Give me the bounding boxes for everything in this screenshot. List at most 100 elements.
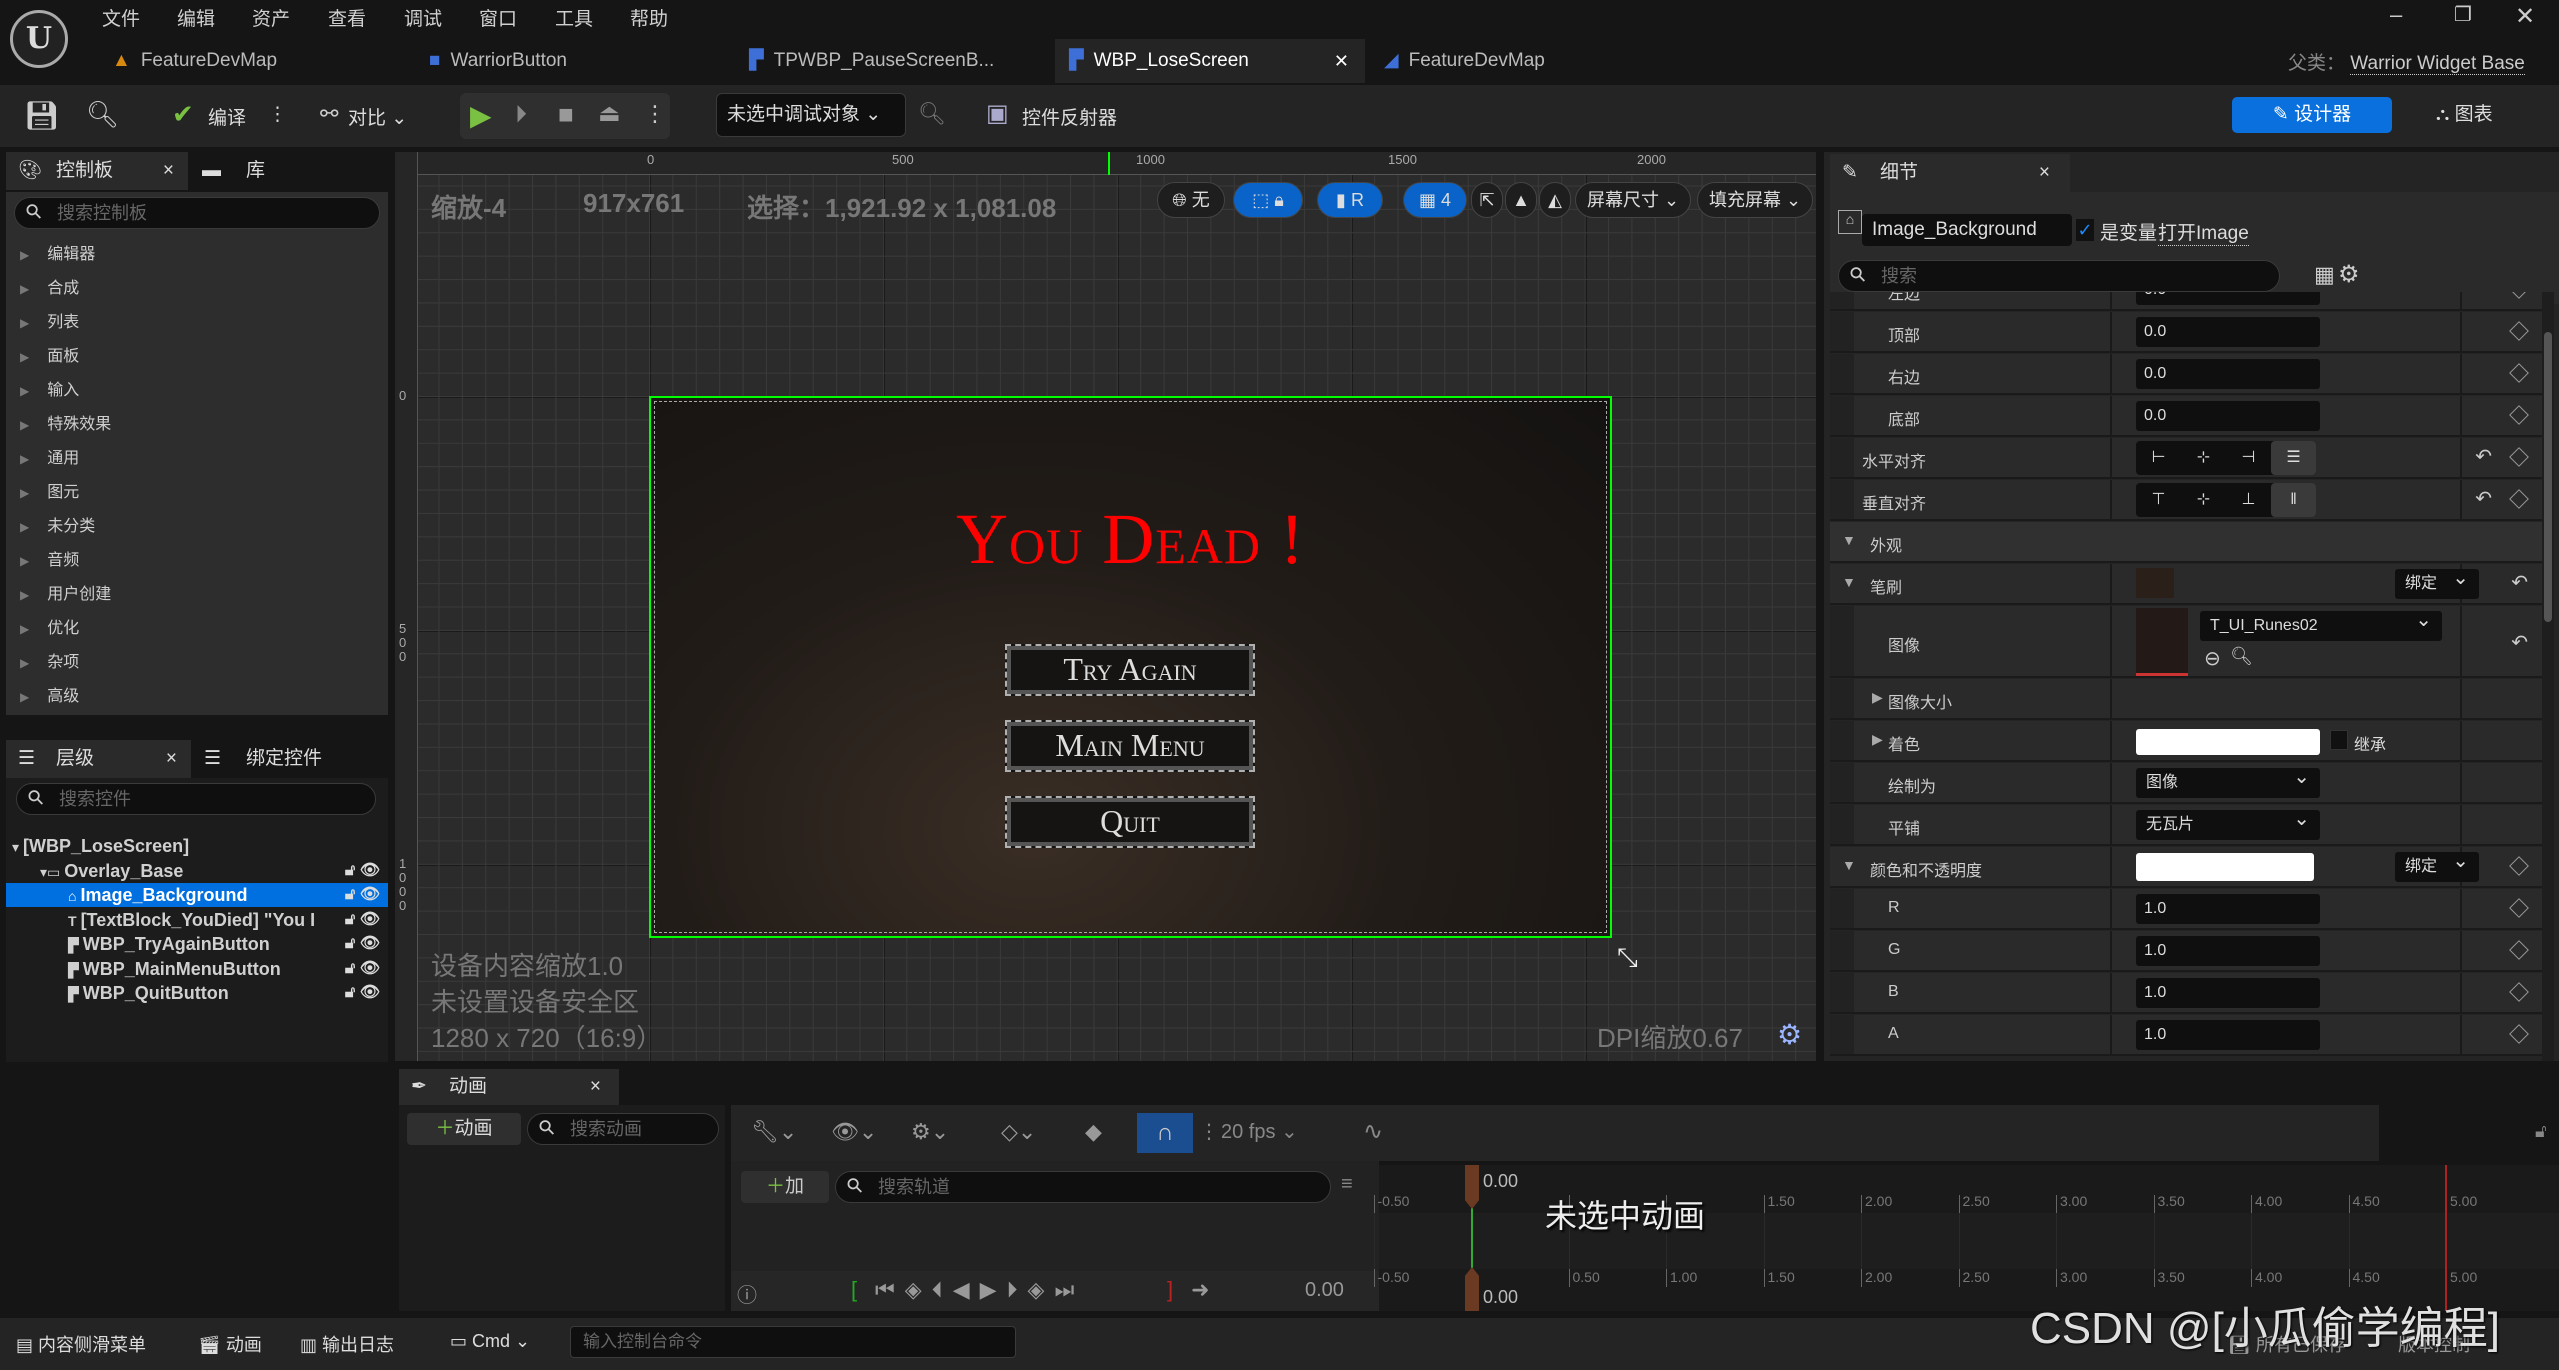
designer-viewport[interactable]: 0 500 1000 1500 2000 0 500 1000 缩放-4 917…	[395, 152, 1816, 1061]
play-icon[interactable]: ▶	[470, 99, 492, 132]
v-align-option-0[interactable]: ⊤	[2136, 483, 2181, 517]
expand-arrow-icon[interactable]: ▶	[1872, 689, 1883, 706]
flip-button[interactable]: ◭	[1539, 182, 1571, 218]
palette-category[interactable]: 图元	[20, 478, 79, 502]
content-drawer-button[interactable]: ▤ 内容侧滑菜单	[16, 1331, 146, 1357]
widget-reflector-button[interactable]: 控件反射器	[1022, 103, 1117, 130]
lock-visibility-toggles[interactable]: 🔓︎ 👁︎	[345, 883, 380, 907]
tab-palette[interactable]: 🎨︎ 控制板 ×	[6, 152, 188, 190]
visibility-eye-icon[interactable]: 👁︎	[360, 984, 380, 1001]
bind-dropdown[interactable]: 绑定	[2395, 563, 2479, 599]
tab-pausescreen[interactable]: ▛ TPWBP_PauseScreenB...	[735, 39, 1045, 83]
playhead-handle-bottom[interactable]	[1465, 1267, 1479, 1311]
palette-category[interactable]: 合成	[20, 274, 79, 298]
palette-category[interactable]: 杂项	[20, 648, 79, 672]
tab-details[interactable]: ✎ 细节 ×	[1830, 154, 2070, 192]
settings-icon[interactable]: ⚙	[2338, 260, 2360, 289]
main-menu-button[interactable]: Main Menu	[1005, 720, 1255, 772]
tint-color-swatch[interactable]	[2136, 729, 2320, 755]
fps-dropdown[interactable]: 20 fps ⌄	[1221, 1119, 1298, 1144]
close-icon[interactable]: ✕	[2515, 2, 2535, 31]
curve-editor-icon[interactable]: ∿	[1363, 1117, 1383, 1146]
output-log-button[interactable]: ▥ 输出日志	[300, 1331, 394, 1357]
tree-item[interactable]: ⌂ Image_Background 🔓︎ 👁︎	[6, 883, 388, 907]
open-image-link[interactable]: 打开Image	[2158, 218, 2249, 246]
menu-help[interactable]: 帮助	[630, 4, 668, 31]
v-align-option-1[interactable]: ⊹	[2181, 483, 2226, 517]
compile-options-icon[interactable]: ⋮	[268, 103, 287, 126]
parent-class-link[interactable]: Warrior Widget Base	[2350, 53, 2525, 75]
draw-as-dropdown[interactable]: 图像	[2136, 762, 2320, 798]
unlock-icon[interactable]: 🔓︎	[345, 886, 355, 903]
v-align-option-2[interactable]: ⊥	[2226, 483, 2271, 517]
palette-category[interactable]: 未分类	[20, 512, 95, 536]
visibility-eye-icon[interactable]: 👁︎	[360, 862, 380, 879]
lock-visibility-toggles[interactable]: 🔓︎ 👁︎	[345, 957, 380, 981]
step-icon[interactable]: ⏵	[515, 101, 527, 129]
fill-screen-dropdown[interactable]: 填充屏幕 ⌄	[1697, 182, 1813, 218]
padding-0-input[interactable]: 0.0	[2136, 292, 2320, 305]
screen-size-dropdown[interactable]: 屏幕尺寸 ⌄	[1575, 182, 1691, 218]
palette-search-input[interactable]: 搜索控制板	[14, 197, 380, 229]
keyframe-diamond-icon[interactable]	[2509, 1024, 2529, 1044]
color-g-input[interactable]: 1.0	[2136, 936, 2320, 966]
padding-1-input[interactable]: 0.0	[2136, 317, 2320, 347]
h-align-option-2[interactable]: ⊣	[2226, 441, 2271, 475]
unlock-icon[interactable]: 🔓︎	[345, 960, 355, 977]
tab-wbp-losescreen[interactable]: ▛ WBP_LoseScreen ✕	[1055, 39, 1365, 83]
color-r-input[interactable]: 1.0	[2136, 894, 2320, 924]
end-marker[interactable]	[2445, 1165, 2447, 1311]
menu-debug[interactable]: 调试	[404, 4, 442, 31]
reset-icon[interactable]: ↶	[2475, 486, 2492, 511]
browse-asset-icon[interactable]: 🔍︎	[2230, 646, 2253, 667]
lock-icon[interactable]: 🔓︎	[2535, 1121, 2547, 1142]
v-align-option-3[interactable]: ‖	[2271, 483, 2316, 517]
table-view-icon[interactable]: ▦	[2314, 262, 2335, 288]
add-track-button[interactable]: ＋加	[741, 1171, 829, 1203]
visibility-eye-icon[interactable]: 👁︎	[360, 886, 380, 903]
hierarchy-search-input[interactable]: 搜索控件	[16, 783, 376, 815]
details-scrollbar[interactable]	[2542, 292, 2554, 1061]
palette-category[interactable]: 优化	[20, 614, 79, 638]
debug-browse-icon[interactable]: 🔍︎	[918, 101, 946, 127]
use-selected-icon[interactable]: ⊖	[2204, 646, 2221, 671]
palette-category[interactable]: 音频	[20, 546, 79, 570]
menu-tools[interactable]: 工具	[555, 4, 593, 31]
tab-library[interactable]: ▬ 库	[196, 152, 356, 190]
tab-warriorbutton[interactable]: ■ WarriorButton	[415, 39, 725, 83]
close-tab-icon[interactable]: ✕	[1334, 39, 1349, 83]
localization-button[interactable]: 🌐︎ 无	[1157, 182, 1225, 218]
close-icon[interactable]: ×	[590, 1069, 601, 1105]
transport-buttons[interactable]: ⏮◈⏴◀▶⏵◈⏭	[875, 1277, 1084, 1303]
tab-hierarchy[interactable]: ☰ 层级 ×	[6, 740, 191, 778]
palette-category[interactable]: 通用	[20, 444, 79, 468]
timeline[interactable]: -0.50 -0.50 0.50 1.00 1.50 1.50 2.00 2.00 2.50 2.…	[1373, 1165, 2559, 1311]
tab-bind-widgets[interactable]: ☰ 绑定控件	[196, 740, 376, 778]
visibility-eye-icon[interactable]: 👁︎	[360, 911, 380, 928]
reset-icon[interactable]: ↶	[2511, 570, 2528, 595]
tree-item[interactable]: ▛ WBP_QuitButton 🔓︎ 👁︎	[6, 981, 388, 1005]
tiling-dropdown[interactable]: 无瓦片	[2136, 804, 2320, 840]
keyframe-diamond-icon[interactable]	[2509, 898, 2529, 918]
details-search-input[interactable]: 搜索	[1838, 260, 2280, 292]
compile-icon[interactable]: ✔	[172, 99, 194, 130]
padding-2-input[interactable]: 0.0	[2136, 359, 2320, 389]
track-search-input[interactable]: 搜索轨道	[835, 1171, 1331, 1203]
close-icon[interactable]: ×	[166, 740, 177, 778]
menu-view[interactable]: 查看	[328, 4, 366, 31]
cmd-dropdown[interactable]: ▭ Cmd ⌄	[450, 1331, 530, 1352]
tab-featuredevmap-2[interactable]: ◢ FeatureDevMap	[1370, 39, 1680, 83]
lock-visibility-toggles[interactable]: 🔓︎ 👁︎	[345, 932, 380, 956]
visibility-eye-icon[interactable]: 👁︎	[360, 960, 380, 977]
graph-button[interactable]: ⛬ 图表	[2436, 97, 2493, 133]
menu-file[interactable]: 文件	[102, 4, 140, 31]
palette-category[interactable]: 编辑器	[20, 240, 95, 264]
close-icon[interactable]: ×	[163, 152, 174, 190]
palette-category[interactable]: 特殊效果	[20, 410, 111, 434]
select-mode-button[interactable]: ⇱	[1471, 182, 1503, 218]
palette-category[interactable]: 高级	[20, 682, 79, 706]
save-icon[interactable]: 💾︎	[24, 99, 60, 132]
padding-3-input[interactable]: 0.0	[2136, 401, 2320, 431]
keyframe-diamond-icon[interactable]	[2509, 405, 2529, 425]
tree-item[interactable]: T [TextBlock_YouDied] "You I 🔓︎ 👁︎	[6, 908, 388, 932]
